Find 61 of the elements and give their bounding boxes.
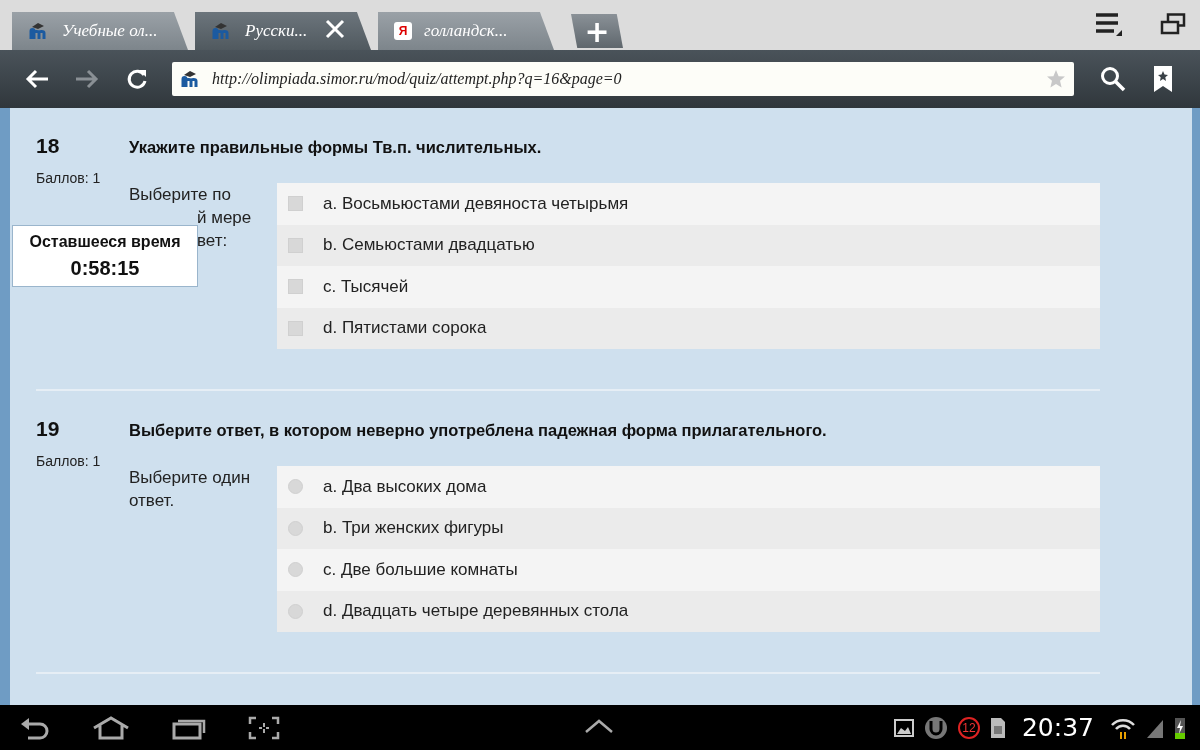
battery-icon <box>1174 715 1186 740</box>
screenshot-icon[interactable] <box>248 715 280 740</box>
option-label: a. Восьмьюстами девяноста четырьмя <box>323 193 629 214</box>
address-bar[interactable]: http://olimpiada.simor.ru/mod/quiz/attempt.php?q=16&page=0 <box>172 62 1074 96</box>
option-label: d. Двадцать четыре деревянных стола <box>323 601 629 622</box>
menu-icon[interactable] <box>1094 12 1122 36</box>
checkbox[interactable] <box>288 320 303 336</box>
answer-option[interactable]: d. Двадцать четыре деревянных стола <box>277 590 1100 632</box>
search-icon[interactable] <box>1100 66 1126 92</box>
torrent-icon <box>923 715 948 740</box>
timer-title: Оставшееся время <box>29 232 181 251</box>
question-number: 19 <box>36 417 61 441</box>
radio-button[interactable] <box>288 562 303 578</box>
timer-value: 0:58:15 <box>70 256 140 280</box>
option-label: d. Пятистами сорока <box>323 318 487 339</box>
home-icon[interactable] <box>92 715 130 740</box>
checkbox[interactable] <box>288 279 303 295</box>
question-text: Выберите ответ, в котором неверно употреблена падежная форма прилагательного. <box>129 420 828 440</box>
windows-icon[interactable] <box>1160 13 1186 35</box>
answer-option[interactable]: d. Пятистами сорока <box>277 307 1100 349</box>
browser-tab[interactable]: Я голландск... <box>378 12 554 50</box>
answer-option[interactable]: a. Два высоких дома <box>277 466 1100 508</box>
answer-option[interactable]: c. Тысячей <box>277 266 1100 308</box>
star-icon[interactable] <box>1046 69 1066 89</box>
checkbox[interactable] <box>288 237 303 253</box>
browser-tab[interactable]: Русски... <box>195 12 371 50</box>
answer-option[interactable]: a. Восьмьюстами девяноста четырьмя <box>277 183 1100 225</box>
image-icon <box>893 718 914 737</box>
answer-option[interactable]: c. Две большие комнаты <box>277 549 1100 591</box>
radio-button[interactable] <box>288 479 303 495</box>
back-icon[interactable] <box>20 715 50 740</box>
checkbox[interactable] <box>288 196 303 212</box>
reload-icon[interactable] <box>126 68 148 90</box>
answer-instruction: вет: <box>197 231 228 250</box>
caret-up-icon[interactable] <box>584 717 614 734</box>
back-arrow-icon[interactable] <box>24 68 50 90</box>
answer-instruction: й мере <box>197 208 252 227</box>
answer-option[interactable]: b. Три женских фигуры <box>277 507 1100 549</box>
new-tab-button[interactable]: + <box>571 14 623 48</box>
option-label: b. Семьюстами двадцатью <box>323 235 535 256</box>
option-label: c. Тысячей <box>323 276 409 297</box>
notification-badge: 12 <box>957 716 980 739</box>
option-label: a. Два высоких дома <box>323 476 487 497</box>
forward-arrow-icon[interactable] <box>74 68 100 90</box>
answer-instruction: Выберите по <box>129 185 231 204</box>
question-grade: Баллов: 1 <box>36 170 102 186</box>
radio-button[interactable] <box>288 520 303 536</box>
bookmark-icon[interactable] <box>1153 65 1173 93</box>
sim-card-icon <box>989 716 1006 739</box>
answer-option[interactable]: b. Семьюстами двадцатью <box>277 224 1100 266</box>
option-label: b. Три женских фигуры <box>323 518 504 539</box>
answer-instruction: ответ. <box>129 491 175 510</box>
question-text: Укажите правильные формы Тв.п. числительных. <box>129 137 543 157</box>
question-grade: Баллов: 1 <box>36 453 102 469</box>
question-number: 18 <box>36 134 61 158</box>
answer-instruction: Выберите один <box>129 468 251 487</box>
clock: 20:37 <box>1021 713 1094 742</box>
yandex-logo-icon: Я <box>394 22 412 40</box>
option-label: c. Две большие комнаты <box>323 559 518 580</box>
radio-button[interactable] <box>288 603 303 619</box>
close-icon[interactable] <box>325 18 345 39</box>
